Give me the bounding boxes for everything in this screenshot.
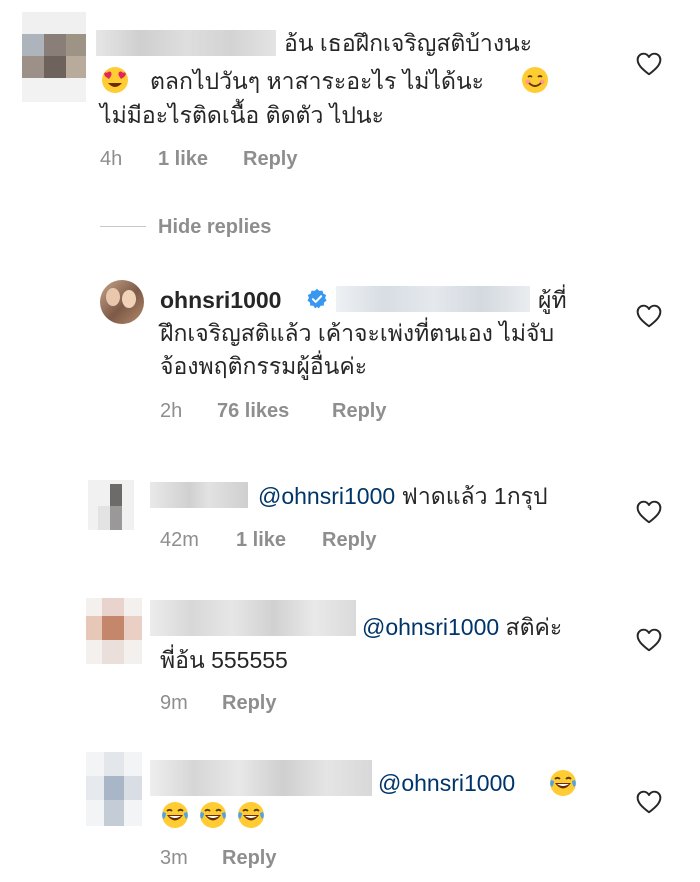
comment-2-line-1: ohnsri1000 (160, 283, 281, 317)
comment-text: ฟาดแล้ว 1กรุป (395, 483, 548, 509)
blurred-username[interactable] (150, 760, 372, 796)
reply-button[interactable]: Reply (332, 397, 386, 425)
comment-meta: 2h 76 likes Reply (160, 397, 460, 425)
like-heart-icon[interactable] (636, 500, 662, 524)
comment-text-line-3: ไม่มีอะไรติดเนื้อ ติดตัว ไปนะ (100, 102, 384, 128)
face-with-tears-of-joy-emoji (160, 800, 190, 830)
avatar-ohnsri1000[interactable] (100, 280, 144, 324)
like-heart-icon[interactable] (636, 628, 662, 652)
comment-meta: 9m Reply (160, 689, 460, 717)
username[interactable]: ohnsri1000 (160, 287, 281, 313)
face-with-tears-of-joy-emoji (198, 800, 228, 830)
mention-link[interactable]: @ohnsri1000 (258, 483, 395, 509)
hide-replies-label[interactable]: Hide replies (158, 212, 271, 242)
timestamp: 3m (160, 847, 188, 869)
reply-button[interactable]: Reply (322, 526, 376, 554)
comment-text-line-1: อ้น เธอฝึกเจริญสติบ้างนะ (284, 30, 533, 56)
comment-meta: 3m Reply (160, 844, 460, 872)
timestamp: 2h (160, 400, 183, 422)
timestamp: 9m (160, 692, 188, 714)
reply-button[interactable]: Reply (222, 844, 276, 872)
blurred-username[interactable] (150, 600, 356, 636)
comment-4-line-2: พี่อ้น 555555 (160, 647, 288, 673)
comment-2-line-3: จ้องพฤติกรรมผู้อื่นค่ะ (160, 353, 368, 379)
reply-button[interactable]: Reply (222, 689, 276, 717)
smiling-face-emoji (522, 67, 548, 93)
comment-text: สติค่ะ (499, 614, 563, 640)
likes-count[interactable]: 1 like (158, 145, 208, 173)
blurred-username[interactable] (96, 30, 276, 56)
like-heart-icon[interactable] (636, 790, 662, 814)
likes-count[interactable]: 76 likes (217, 397, 289, 425)
heart-eyes-emoji (102, 67, 128, 93)
blurred-username[interactable] (150, 482, 248, 508)
like-heart-icon[interactable] (636, 304, 662, 328)
comment-5-line-1: @ohnsri1000 (378, 766, 515, 800)
avatar[interactable] (22, 12, 86, 102)
face-with-tears-of-joy-emoji (548, 768, 578, 798)
avatar[interactable] (86, 752, 142, 826)
timestamp: 4h (100, 148, 123, 170)
likes-count[interactable]: 1 like (236, 526, 286, 554)
mention-link[interactable]: @ohnsri1000 (362, 614, 499, 640)
mention-link[interactable]: @ohnsri1000 (378, 770, 515, 796)
comment-text-line-2: ตลกไปวันๆ หาสาระอะไร ไม่ได้นะ (150, 68, 485, 94)
comment-2-line-1-end: ผู้ที่ (538, 287, 567, 313)
face-with-tears-of-joy-emoji (236, 800, 266, 830)
comment-4-line-1: @ohnsri1000 สติค่ะ (362, 610, 562, 644)
comment-2-line-2: ฝึกเจริญสติแล้ว เค้าจะเพ่งที่ตนเอง ไม่จั… (160, 320, 555, 346)
blurred-mention[interactable] (336, 286, 530, 312)
like-heart-icon[interactable] (636, 52, 662, 76)
reply-button[interactable]: Reply (243, 145, 297, 173)
timestamp: 42m (160, 529, 199, 551)
divider-line (100, 226, 146, 227)
comment-meta: 42m 1 like Reply (160, 526, 460, 554)
comment-meta: 4h 1 like Reply (100, 145, 400, 173)
verified-badge-icon (307, 288, 327, 309)
avatar[interactable] (88, 480, 134, 530)
avatar[interactable] (86, 598, 142, 664)
comment-3-text: @ohnsri1000 ฟาดแล้ว 1กรุป (258, 479, 548, 513)
